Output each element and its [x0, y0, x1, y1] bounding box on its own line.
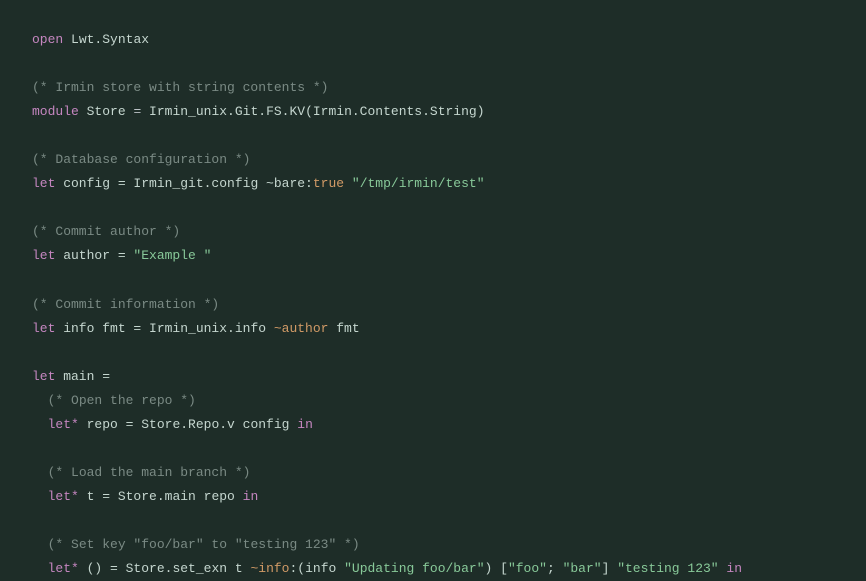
- string-literal: "Updating foo/bar": [344, 561, 484, 576]
- expr: ;: [547, 561, 563, 576]
- comment: (* Database configuration *): [32, 152, 250, 167]
- comment: (* Commit author *): [32, 224, 180, 239]
- comment: (* Open the repo *): [48, 393, 196, 408]
- string-literal: "bar": [563, 561, 602, 576]
- module-expr: Irmin_unix.Git.FS.KV(Irmin.Contents.Stri…: [149, 104, 484, 119]
- keyword-in: in: [726, 561, 742, 576]
- binding: t = Store.main repo: [79, 489, 243, 504]
- bool-literal: true: [313, 176, 344, 191]
- keyword-module: module: [32, 104, 79, 119]
- expr: ]: [602, 561, 618, 576]
- expr: ) [: [485, 561, 508, 576]
- keyword-letstar: let*: [48, 561, 79, 576]
- binding: info fmt = Irmin_unix.info: [55, 321, 273, 336]
- string-literal: "Example ": [133, 248, 211, 263]
- expr: :(info: [289, 561, 344, 576]
- keyword-let: let: [32, 321, 55, 336]
- keyword-open: open: [32, 32, 63, 47]
- binding: author =: [55, 248, 133, 263]
- keyword-let: let: [32, 176, 55, 191]
- binding: main =: [55, 369, 110, 384]
- equals: =: [126, 104, 149, 119]
- keyword-letstar: let*: [48, 489, 79, 504]
- binding: config = Irmin_git.config ~bare:: [55, 176, 312, 191]
- module-path: Lwt.Syntax: [71, 32, 149, 47]
- labeled-arg: ~author: [274, 321, 329, 336]
- expr-tail: fmt: [328, 321, 359, 336]
- binding: repo = Store.Repo.v config: [79, 417, 297, 432]
- labeled-arg: ~info: [250, 561, 289, 576]
- keyword-in: in: [297, 417, 313, 432]
- string-literal: "foo": [508, 561, 547, 576]
- comment: (* Commit information *): [32, 297, 219, 312]
- string-literal: "testing 123": [617, 561, 718, 576]
- comment: (* Load the main branch *): [48, 465, 251, 480]
- keyword-letstar: let*: [48, 417, 79, 432]
- module-name: Store: [87, 104, 126, 119]
- string-literal: "/tmp/irmin/test": [352, 176, 485, 191]
- comment: (* Irmin store with string contents *): [32, 80, 328, 95]
- expr: () = Store.set_exn t: [79, 561, 251, 576]
- code-block: open Lwt.Syntax (* Irmin store with stri…: [32, 28, 834, 581]
- keyword-let: let: [32, 248, 55, 263]
- expr: [719, 561, 727, 576]
- comment: (* Set key "foo/bar" to "testing 123" *): [48, 537, 360, 552]
- keyword-let: let: [32, 369, 55, 384]
- keyword-in: in: [243, 489, 259, 504]
